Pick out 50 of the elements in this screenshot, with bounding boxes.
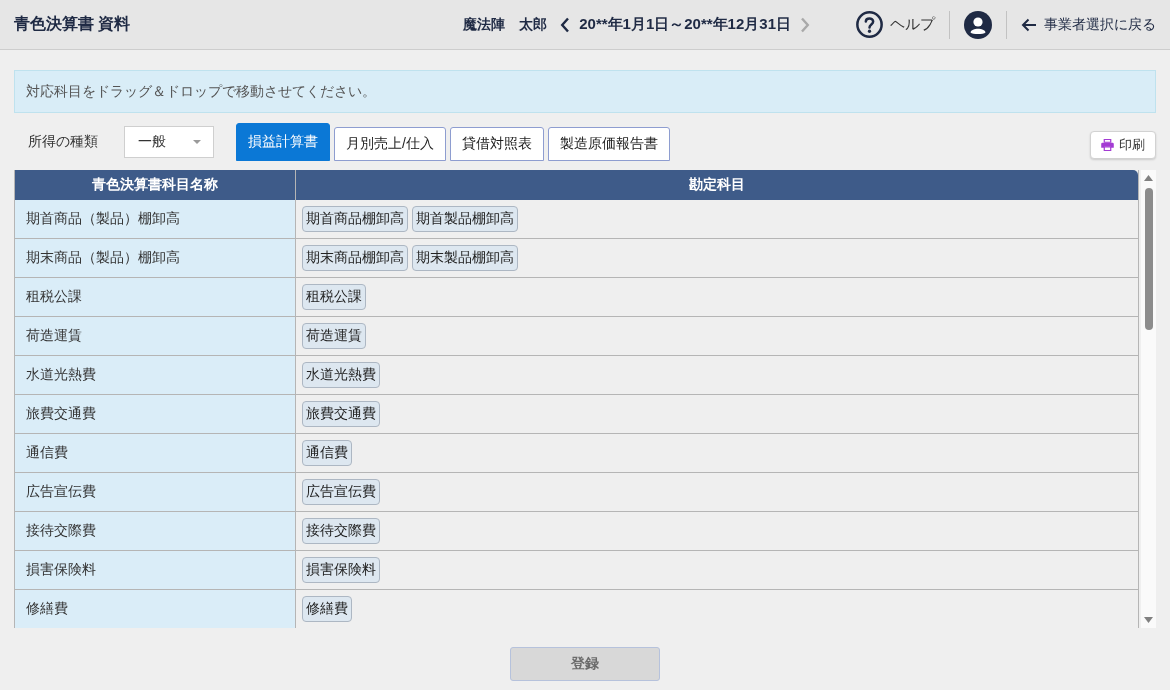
tab[interactable]: 損益計算書 [236, 123, 330, 161]
fiscal-period: 20**年1月1日～20**年12月31日 [579, 15, 791, 34]
printer-icon [1101, 139, 1114, 151]
account-tag[interactable]: 広告宣伝費 [302, 479, 380, 505]
account-tag[interactable]: 修繕費 [302, 596, 352, 622]
previous-period-button[interactable] [560, 16, 571, 33]
page-title: 青色決算書 資料 [14, 14, 131, 34]
user-name: 魔法陣 太郎 [463, 15, 548, 34]
arrow-left-icon [1021, 17, 1037, 32]
chevron-left-icon [560, 16, 571, 33]
scrollbar[interactable] [1141, 170, 1156, 628]
help-button[interactable]: ヘルプ [856, 11, 935, 38]
account-tag[interactable]: 租税公課 [302, 284, 366, 310]
table-cell: 広告宣伝費 [15, 473, 296, 511]
help-icon [856, 11, 883, 38]
scroll-down-icon[interactable] [1144, 617, 1153, 623]
tab[interactable]: 月別売上/仕入 [334, 127, 446, 161]
scrollbar-thumb[interactable] [1144, 188, 1153, 330]
table-cell: 通信費 [15, 434, 296, 472]
table-cell: 期首商品（製品）棚卸高 [15, 200, 296, 238]
caret-icon [193, 140, 201, 144]
account-tag[interactable]: 水道光熱費 [302, 362, 380, 388]
chevron-right-icon [800, 16, 810, 33]
account-tag[interactable]: 接待交際費 [302, 518, 380, 544]
tab[interactable]: 貸借対照表 [449, 127, 544, 161]
table-cell: 接待交際費 [15, 512, 296, 550]
account-tag[interactable]: 期首製品棚卸高 [412, 206, 518, 232]
account-tag[interactable]: 旅費交通費 [302, 401, 380, 427]
table-cell: 水道光熱費 [15, 356, 296, 394]
table-cell: 旅費交通費 [15, 395, 296, 433]
back-link[interactable]: 事業者選択に戻る [1021, 15, 1156, 34]
table-cell: 修繕費 [15, 590, 296, 628]
tab[interactable]: 製造原価報告書 [547, 127, 670, 161]
print-button[interactable]: 印刷 [1090, 131, 1156, 159]
table-cell: 損害保険料 [15, 551, 296, 589]
account-tag[interactable]: 荷造運賃 [302, 323, 366, 349]
account-tag[interactable]: 期首商品棚卸高 [302, 206, 408, 232]
account-tag[interactable]: 期末商品棚卸高 [302, 245, 408, 271]
account-tag[interactable]: 通信費 [302, 440, 352, 466]
account-tag[interactable]: 期末製品棚卸高 [412, 245, 518, 271]
income-type-label: 所得の種類 [28, 133, 99, 151]
table-cell: 荷造運賃 [15, 317, 296, 355]
table-header-cell-text: 勘定科目 [688, 175, 746, 194]
account-tag[interactable]: 損害保険料 [302, 557, 380, 583]
income-type-select[interactable]: 一般 [124, 126, 214, 158]
table-cell: 租税公課 [15, 278, 296, 316]
user-avatar-icon[interactable] [964, 10, 992, 39]
table-cell: 期末商品（製品）棚卸高 [15, 239, 296, 277]
scroll-up-icon[interactable] [1144, 175, 1153, 181]
info-message: 対応科目をドラッグ＆ドロップで移動させてください。 [26, 82, 376, 101]
